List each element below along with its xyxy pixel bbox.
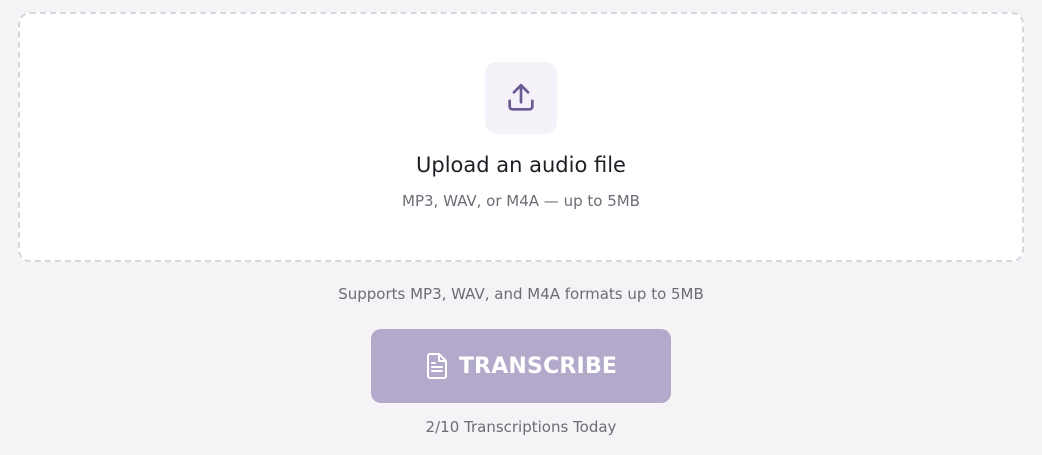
supported-formats-note: Supports MP3, WAV, and M4A formats up to… [338, 285, 704, 303]
audio-upload-dropzone[interactable]: Upload an audio file MP3, WAV, or M4A — … [18, 12, 1024, 262]
transcribe-button[interactable]: TRANSCRIBE [371, 329, 671, 403]
upload-icon [485, 62, 557, 134]
upload-title: Upload an audio file [416, 153, 626, 177]
document-icon [425, 352, 449, 380]
upload-subtitle: MP3, WAV, or M4A — up to 5MB [402, 192, 640, 210]
daily-transcription-count: 2/10 Transcriptions Today [425, 418, 617, 436]
transcribe-button-label: TRANSCRIBE [458, 353, 618, 379]
